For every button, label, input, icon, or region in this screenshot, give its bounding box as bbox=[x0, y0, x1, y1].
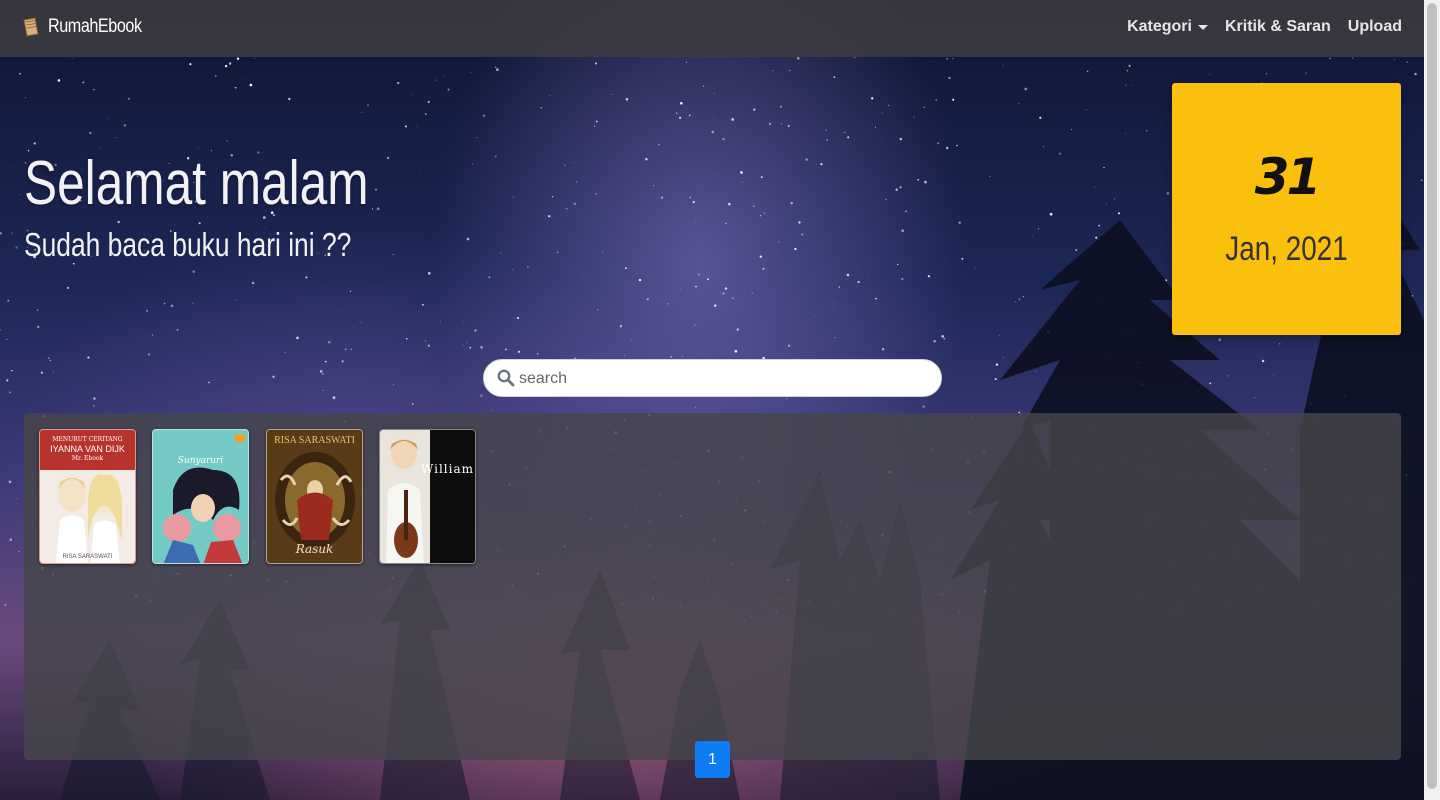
book-cover-title: Sunyaruri bbox=[177, 456, 224, 466]
brand-logo-link[interactable]: RumahEbook bbox=[22, 16, 158, 38]
book-cover-author: RISA SARASWATI bbox=[274, 435, 355, 446]
book-cover-tagline: Mr. Ebook bbox=[71, 455, 104, 462]
top-navbar: RumahEbook Kategori Kritik & Saran Uploa… bbox=[0, 0, 1424, 57]
greeting-subtitle: Sudah baca buku hari ini ?? bbox=[24, 226, 352, 263]
search-input[interactable] bbox=[517, 366, 921, 392]
book-cover-author: RISA SARASWATI bbox=[62, 554, 113, 560]
book-cover-art bbox=[380, 430, 475, 563]
search-bar bbox=[483, 359, 942, 397]
book-cover-sunyaruri[interactable]: Sunyaruri bbox=[152, 429, 249, 564]
brand-name: RumahEbook bbox=[48, 16, 142, 37]
date-month-year: Jan, 2021 bbox=[1225, 230, 1348, 268]
scrollbar[interactable] bbox=[1424, 0, 1440, 800]
book-cover-william[interactable]: William bbox=[379, 429, 476, 564]
caret-down-icon bbox=[1197, 25, 1208, 30]
search-icon bbox=[497, 369, 515, 387]
book-icon bbox=[23, 17, 39, 37]
scrollbar-thumb[interactable] bbox=[1427, 3, 1437, 789]
date-card: 31 Jan, 2021 bbox=[1172, 83, 1401, 335]
nav-upload[interactable]: Upload bbox=[1348, 18, 1402, 36]
book-cover-rasuk[interactable]: RISA SARASWATI Rasuk bbox=[266, 429, 363, 564]
book-cover-title: William bbox=[420, 462, 474, 476]
book-cover-title: Rasuk bbox=[295, 542, 334, 556]
book-cover-art bbox=[153, 430, 248, 563]
date-day: 31 bbox=[1254, 148, 1322, 206]
nav-kritik-saran[interactable]: Kritik & Saran bbox=[1225, 18, 1331, 36]
greeting-title: Selamat malam bbox=[24, 149, 369, 218]
book-cover-text-top: MENURUT CERITANG bbox=[52, 436, 123, 443]
nav-kategori-dropdown[interactable]: Kategori bbox=[1127, 18, 1208, 36]
pagination-page-1[interactable]: 1 bbox=[695, 741, 730, 778]
nav-links: Kategori Kritik & Saran Upload bbox=[1127, 18, 1402, 36]
book-cover-title: IYANNA VAN DIJK bbox=[50, 444, 125, 454]
book-cover-iyanna-van-dijk[interactable]: MENURUT CERITANG IYANNA VAN DIJK Mr. Ebo… bbox=[39, 429, 136, 564]
nav-kategori-label: Kategori bbox=[1127, 18, 1192, 35]
book-list-panel: MENURUT CERITANG IYANNA VAN DIJK Mr. Ebo… bbox=[24, 413, 1401, 760]
